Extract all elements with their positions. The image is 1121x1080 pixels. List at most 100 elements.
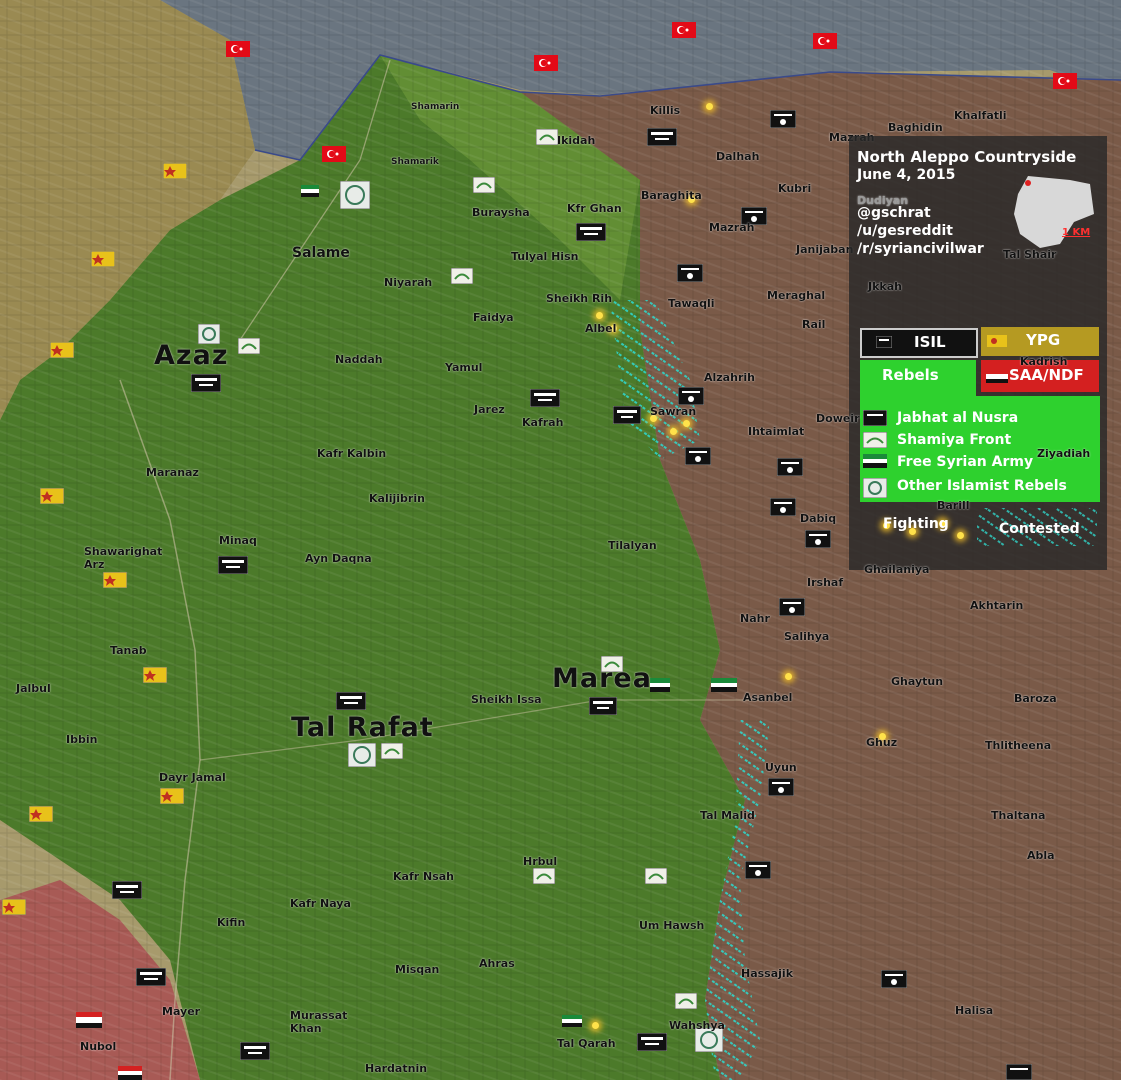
town-label: Killis [650,104,681,117]
isil-flag-icon [576,223,606,241]
town-label: Ihtaimlat [748,425,805,438]
town-label: Shawarighat Arz [84,545,163,571]
isil-flag-icon [112,881,142,899]
town-label: Albel [585,322,617,335]
fighting-swatch [957,532,964,539]
isil-flag-icon [218,556,248,574]
town-label: Kfr Ghan [567,202,622,215]
isil-flag-icon [677,264,703,282]
town-label: Hardatnin [365,1062,428,1075]
town-label: Faidya [473,311,514,324]
fsa-flag-icon [650,678,670,692]
town-label: Jarez [474,403,505,416]
town-label: Maranaz [146,466,199,479]
shamiya-front-flag-icon [533,868,555,884]
ypg-flag-icon [103,572,127,588]
town-label: Thaltana [991,809,1046,822]
isil-flag-icon [881,970,907,988]
fighting-marker [785,673,792,680]
town-label: Hrbul [523,855,558,868]
town-label: Alzahrih [704,371,755,384]
isil-flag-icon [589,697,617,715]
town-label: Janijaban [796,243,854,256]
isil-flag-icon [770,498,796,516]
town-label: Uyun [765,761,797,774]
town-label: Kafr Naya [290,897,351,910]
town-label: Kalijibrin [369,492,425,505]
town-label: Murassat Khan [290,1009,348,1035]
town-label: Dabiq [800,512,837,525]
legend-title: North Aleppo Countryside [857,148,1077,166]
legend-ypg: YPG [981,327,1099,356]
isil-flag-icon [613,406,641,424]
legend-fighting-label: Fighting [883,516,949,532]
islamist-rebels-flag-icon [340,181,370,209]
legend-fsa-label: Free Syrian Army [897,454,1034,470]
turkey-flag-icon [813,33,837,49]
ypg-flag-icon [163,163,187,179]
town-label: Minaq [219,534,257,547]
turkey-flag-icon [1053,73,1077,89]
town-label: Sheikh Rih [546,292,613,305]
legend-rebels-label: Rebels [882,366,939,384]
legend-credit-subreddit: /r/syriancivilwar [857,241,984,257]
town-label: Kafr Nsah [393,870,454,883]
isil-flag-icon [191,374,221,392]
isil-flag-icon [770,110,796,128]
town-label-salame: Salame [292,245,350,261]
town-label: Tanab [110,644,147,657]
town-label: Nubol [80,1040,117,1053]
islamist-rebels-flag-icon [348,743,376,767]
isil-flag-icon [685,447,711,465]
legend-credit-twitter: @gschrat [857,205,931,221]
shamiya-front-flag-icon [536,129,558,145]
legend-contested-label: Contested [999,521,1080,537]
shamiya-front-flag-icon [238,338,260,354]
town-label: Ziyadiah [1037,447,1091,460]
town-label: Salihya [784,630,830,643]
town-label: Kafrah [522,416,564,429]
isil-flag-icon [637,1033,667,1051]
town-label: Kadrish [1020,355,1068,368]
syria-locator-icon [1014,176,1094,248]
fighting-marker [592,1022,599,1029]
town-label: Kubri [778,182,812,195]
town-label: Tal Shair [1003,248,1057,261]
town-label: Jkkah [868,280,902,293]
town-label: Misqan [395,963,440,976]
town-label: Wahshya [669,1019,725,1032]
town-label: Irshaf [807,576,844,589]
fighting-marker [670,428,677,435]
town-label: Abla [1027,849,1055,862]
town-label: Halisa [955,1004,994,1017]
fighting-marker [706,103,713,110]
legend-isil: ISIL [860,328,978,358]
town-label: Doweir [816,412,860,425]
fighting-marker [683,420,690,427]
turkey-flag-icon [322,146,346,162]
legend-contested: Contested [977,508,1097,546]
town-label: Akhtarin [970,599,1024,612]
shamiya-front-flag-icon [675,993,697,1009]
legend-fighting: Fighting [869,508,969,544]
legend-rebels: Rebels [860,360,976,396]
isil-flag-icon [779,598,805,616]
town-label: Tal Malid [700,809,755,822]
town-label: Khalfatli [954,109,1007,122]
town-label: Ayn Daqna [305,552,372,565]
town-label-azaz: Azaz [154,340,229,371]
town-label: Nahr [740,612,770,625]
scale-bar: 1 KM [1062,227,1091,238]
town-label: Barill [937,499,970,512]
saa-flag-icon [118,1066,142,1080]
turkey-flag-icon [534,55,558,71]
town-label: Niyarah [384,276,433,289]
isil-flag-icon [745,861,771,879]
town-label: Ibbin [66,733,98,746]
legend-isil-label: ISIL [914,333,946,351]
town-label: Hassajik [741,967,794,980]
ypg-flag-icon [40,488,64,504]
saa-flag-icon [76,1012,102,1028]
shamiya-front-flag-icon [381,743,403,759]
fsa-flag-icon [711,678,737,692]
